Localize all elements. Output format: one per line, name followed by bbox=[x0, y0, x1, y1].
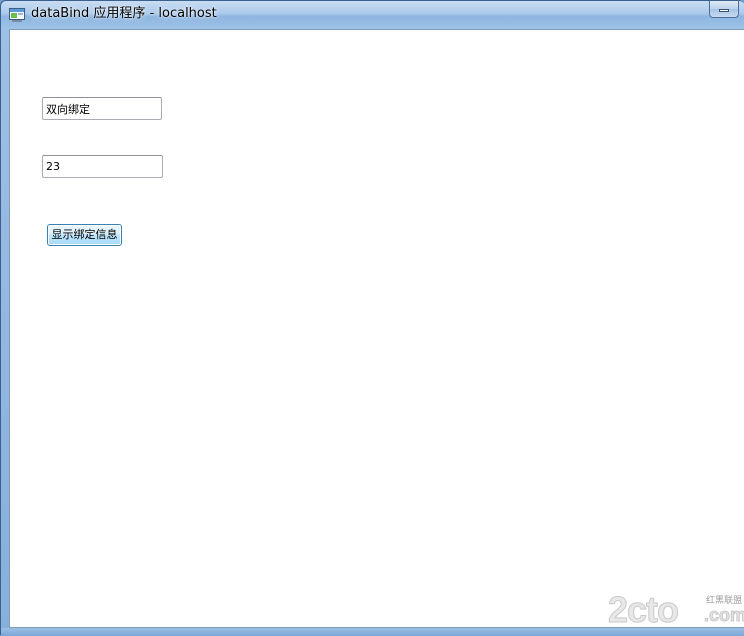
watermark-main-text: 2cto bbox=[607, 589, 679, 630]
minimize-button[interactable] bbox=[709, 1, 739, 18]
show-binding-info-button[interactable]: 显示绑定信息 bbox=[47, 224, 122, 246]
watermark-logo: 2cto 红黑联盟 .com bbox=[607, 589, 744, 630]
client-area: 显示绑定信息 2cto 红黑联盟 .com bbox=[9, 29, 744, 630]
text-input-number[interactable] bbox=[42, 155, 163, 178]
app-window: dataBind 应用程序 - localhost 显示绑定信息 2cto 红黑… bbox=[0, 0, 744, 636]
title-bar[interactable]: dataBind 应用程序 - localhost bbox=[1, 1, 744, 29]
watermark-suffix-text: .com bbox=[704, 605, 744, 626]
text-input-binding[interactable] bbox=[42, 97, 162, 120]
minimize-icon bbox=[719, 9, 729, 12]
window-title: dataBind 应用程序 - localhost bbox=[31, 6, 217, 21]
app-window-icon bbox=[9, 7, 25, 22]
